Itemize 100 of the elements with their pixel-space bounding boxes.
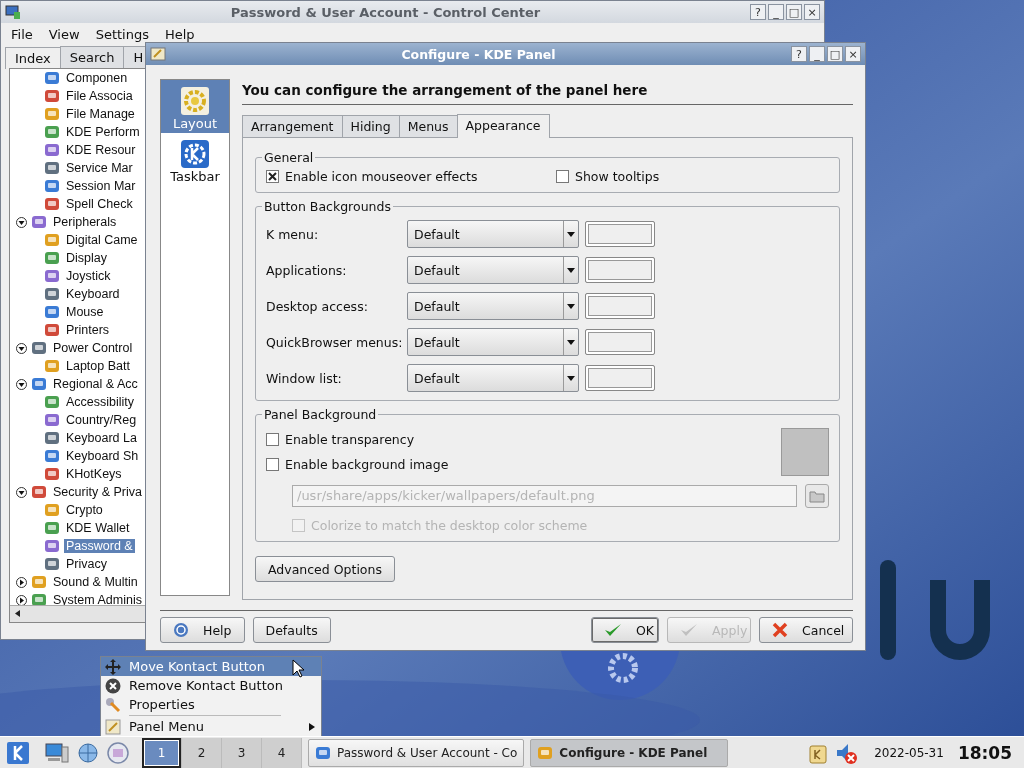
checkbox[interactable] [266,170,279,183]
tree-item[interactable]: File Manage [64,107,137,121]
checkbox[interactable] [266,458,279,471]
collapse-icon[interactable] [16,378,27,390]
tab[interactable]: Arrangement [242,115,343,137]
collapse-icon[interactable] [16,216,27,228]
app-icon [44,538,60,554]
dropdown[interactable]: Default [407,364,579,392]
tree-item[interactable]: Laptop Batt [64,359,132,373]
desktop-button[interactable]: 2 [182,737,222,768]
tree-item[interactable]: Digital Came [64,233,140,247]
task-button[interactable]: Password & User Account - Co [308,738,525,767]
tree-item[interactable]: Password & [64,539,135,553]
tree-item[interactable]: Printers [64,323,112,337]
browser-icon[interactable] [106,740,130,765]
advanced-options-button[interactable]: Advanced Options [255,556,395,582]
dropdown[interactable]: Default [407,328,579,356]
desktop-button[interactable]: 3 [222,737,262,768]
menu-item[interactable]: Settings [87,27,157,42]
tree-item[interactable]: Display [64,251,109,265]
title-button[interactable]: ? [791,46,807,62]
scrollbar[interactable] [10,605,146,622]
remove-icon [105,677,121,694]
menu-item[interactable]: Panel Menu [101,717,321,736]
k-menu-icon[interactable] [6,740,30,765]
checkbox[interactable] [556,170,569,183]
menu-item[interactable]: Help [156,27,203,42]
tree-item[interactable]: Regional & Acc [51,377,140,391]
task-button[interactable]: Configure - KDE Panel [530,738,729,767]
tree-item[interactable]: Accessibility [64,395,137,409]
color-button[interactable] [585,329,655,355]
tree-item[interactable]: Componen [64,71,130,85]
title-button[interactable]: × [804,4,820,20]
sidebar-item[interactable]: Taskbar [161,133,229,186]
dropdown[interactable]: Default [407,292,579,320]
sidebar-item[interactable]: Layout [161,80,229,133]
tab[interactable]: Index [5,47,61,69]
ok-button[interactable]: OK [591,617,659,643]
tree-item[interactable]: System Adminis [51,593,144,607]
tree-item[interactable]: KDE Perform [64,125,142,139]
tree-item[interactable]: Sound & Multin [51,575,140,589]
cancel-button[interactable]: Cancel [759,617,853,643]
field-label: Window list: [266,370,343,386]
tab[interactable]: Search [59,46,125,68]
tree-item[interactable]: Session Mar [64,179,138,193]
menu-item[interactable]: Move Kontact Button [101,657,321,676]
tree-item[interactable]: Crypto [64,503,105,517]
tree-item[interactable]: Joystick [64,269,113,283]
help-button[interactable]: Help [160,617,245,643]
tab[interactable]: Menus [398,115,458,137]
category-icon [31,214,47,230]
title-button[interactable]: □ [786,4,802,20]
color-button[interactable] [585,221,655,247]
tree-item[interactable]: KDE Wallet [64,521,132,535]
dialog-button[interactable]: Defaults [252,617,331,643]
tab[interactable]: Hiding [341,115,400,137]
title-button[interactable]: □ [827,46,843,62]
tree-item[interactable]: Country/Reg [64,413,139,427]
tab[interactable]: Appearance [456,114,550,138]
panel-icon [150,46,166,62]
desktop-button[interactable]: 4 [262,737,302,768]
collapse-icon[interactable] [16,342,27,354]
tree-item[interactable]: Keyboard [64,287,122,301]
checkbox-label: Show tooltips [575,169,660,184]
tree-item[interactable]: KHotKeys [64,467,124,481]
field-label: QuickBrowser menus: [266,334,404,350]
color-button[interactable] [585,365,655,391]
category-icon [31,592,47,608]
tree-item[interactable]: Service Mar [64,161,135,175]
tree-item[interactable]: Peripherals [51,215,119,229]
title-button[interactable]: ? [750,4,766,20]
color-button[interactable] [585,257,655,283]
title-button[interactable]: × [845,46,861,62]
tree-item[interactable]: Keyboard Sh [64,449,141,463]
tree-item[interactable]: Power Control [51,341,135,355]
tree-item[interactable]: Spell Check [64,197,135,211]
title-button[interactable]: _ [809,46,825,62]
computer-icon[interactable] [44,740,70,765]
globe-icon[interactable] [76,740,100,765]
caret-icon [567,231,575,237]
tree-item[interactable]: Security & Priva [51,485,144,499]
menu-item[interactable]: File [3,27,41,42]
menu-item[interactable]: Remove Kontact Button [101,676,321,695]
expand-icon[interactable] [16,576,27,588]
dropdown[interactable]: Default [407,256,579,284]
checkbox[interactable] [266,433,279,446]
collapse-icon[interactable] [16,486,27,498]
menu-item[interactable]: Properties [101,695,321,714]
title-button[interactable]: _ [768,4,784,20]
color-button[interactable] [585,293,655,319]
tree-item[interactable]: Privacy [64,557,109,571]
tree-item[interactable]: Keyboard La [64,431,139,445]
app-icon [44,304,60,320]
tree-item[interactable]: KDE Resour [64,143,138,157]
tree-item[interactable]: Mouse [64,305,106,319]
app-icon [44,232,60,248]
checkbox-label: Enable icon mouseover effects [285,169,478,184]
tree-item[interactable]: File Associa [64,89,135,103]
dropdown[interactable]: Default [407,220,579,248]
menu-item[interactable]: View [40,27,88,42]
